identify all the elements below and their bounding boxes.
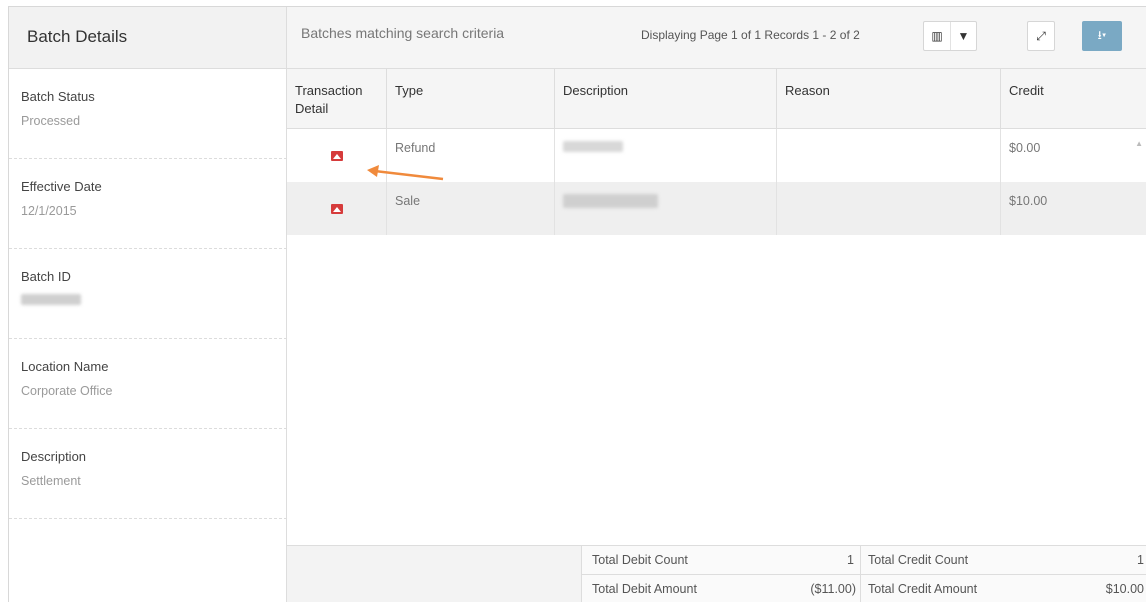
batch-details-panel: Batch Status Processed Effective Date 12…	[9, 69, 287, 602]
transaction-detail-cell	[287, 182, 387, 235]
filter-icon[interactable]: ▼	[950, 22, 976, 50]
transaction-detail-icon[interactable]	[331, 151, 343, 161]
credit-cell: $0.00	[1009, 141, 1041, 155]
totals-row-counts: Total Debit Count 1 Total Credit Count 1	[582, 546, 1146, 575]
total-credit-amount-value: $10.00	[1105, 582, 1144, 596]
expand-icon[interactable]: ⤢	[1028, 22, 1054, 50]
field-effective-date: Effective Date 12/1/2015	[9, 159, 287, 249]
total-debit-amount-label: Total Debit Amount	[592, 582, 697, 596]
total-credit-count-value: 1	[1137, 553, 1144, 567]
totals-row-amounts: Total Debit Amount ($11.00) Total Credit…	[582, 575, 1146, 602]
totals-footer: Total Debit Count 1 Total Credit Count 1…	[287, 545, 1146, 602]
field-batch-id: Batch ID	[9, 249, 287, 339]
field-label: Batch Status	[21, 89, 95, 104]
total-debit-count-label: Total Debit Count	[592, 553, 688, 567]
totals-area: Total Debit Count 1 Total Credit Count 1…	[581, 546, 1146, 602]
pager-status: Displaying Page 1 of 1 Records 1 - 2 of …	[641, 28, 860, 42]
description-cell	[555, 182, 777, 235]
field-batch-status: Batch Status Processed	[9, 69, 287, 159]
scroll-up-arrow-icon[interactable]: ▲	[1135, 139, 1143, 148]
annotation-arrow-icon	[367, 165, 444, 181]
total-debit-count-value: 1	[847, 553, 854, 567]
redacted-value	[21, 294, 81, 308]
field-label: Effective Date	[21, 179, 102, 194]
field-value: Corporate Office	[21, 384, 113, 398]
grid-header: Transaction Detail Type Description Reas…	[287, 69, 1146, 129]
description-cell	[555, 129, 777, 182]
field-label: Location Name	[21, 359, 109, 374]
batch-details-window: Batch Details Batch Status Processed Eff…	[8, 6, 1146, 602]
column-header-credit[interactable]: Credit	[1001, 69, 1146, 129]
reason-cell	[777, 182, 1001, 235]
columns-icon[interactable]: ▥	[924, 22, 950, 50]
column-header-description[interactable]: Description	[555, 69, 777, 129]
export-button[interactable]: ⭳▾	[1082, 21, 1122, 51]
field-label: Description	[21, 449, 87, 464]
column-header-reason[interactable]: Reason	[777, 69, 1001, 129]
field-value: Settlement	[21, 474, 81, 488]
left-panel-header: Batch Details	[9, 7, 287, 69]
results-subtitle: Batches matching search criteria	[301, 25, 505, 41]
transaction-detail-icon[interactable]	[331, 204, 343, 214]
total-credit-amount-label: Total Credit Amount	[868, 582, 978, 596]
type-cell: Sale	[387, 182, 555, 235]
total-debit-amount-value: ($11.00)	[810, 582, 856, 596]
table-row[interactable]: Sale $10.00	[287, 182, 1146, 235]
field-value: 12/1/2015	[21, 204, 77, 218]
view-toolbar: ▥ ▼	[923, 21, 977, 51]
column-header-transaction-detail[interactable]: Transaction Detail	[287, 69, 387, 129]
grid-empty-area	[287, 235, 1146, 551]
field-location-name: Location Name Corporate Office	[9, 339, 287, 429]
batch-details-title: Batch Details	[27, 27, 128, 46]
field-value: Processed	[21, 114, 81, 128]
reason-cell	[777, 129, 1001, 182]
expand-toolbar: ⤢	[1027, 21, 1055, 51]
results-grid: Transaction Detail Type Description Reas…	[287, 69, 1146, 602]
field-label: Batch ID	[21, 269, 71, 284]
results-header: Batches matching search criteria Display…	[287, 7, 1146, 69]
field-description: Description Settlement	[9, 429, 287, 519]
column-header-type[interactable]: Type	[387, 69, 555, 129]
credit-cell: $10.00	[1009, 194, 1048, 208]
total-credit-count-label: Total Credit Count	[868, 553, 969, 567]
